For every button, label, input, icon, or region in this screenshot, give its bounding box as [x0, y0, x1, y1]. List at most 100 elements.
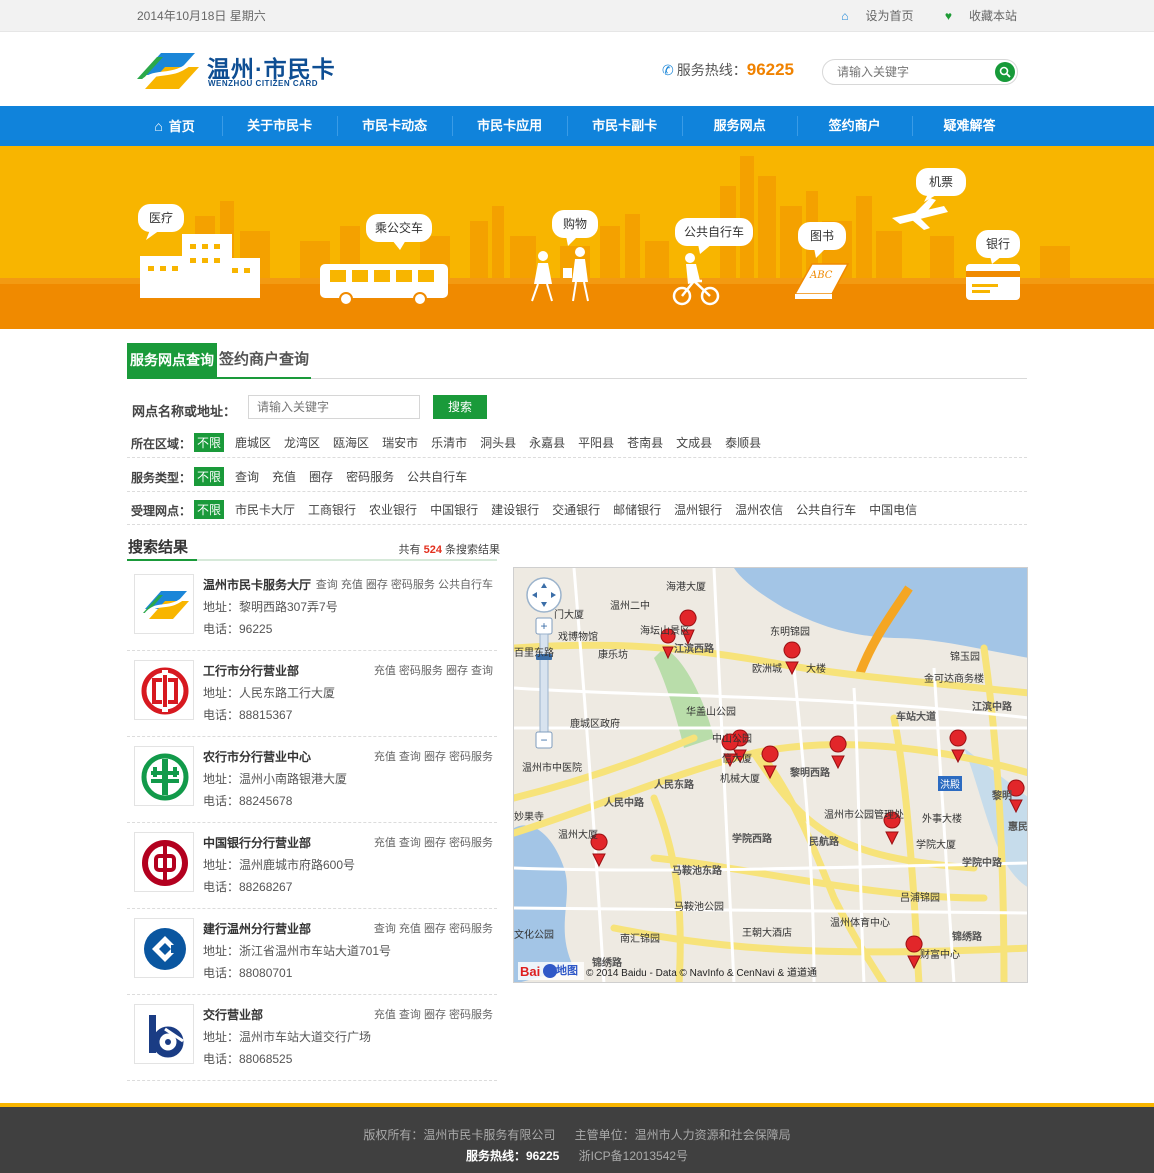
- map-place-label: 东明锦园: [770, 627, 810, 638]
- query-tabs: 服务网点查询 签约商户查询: [127, 343, 1027, 379]
- map-place-label: 惠民路: [1008, 822, 1028, 833]
- result-name: 建行温州分行营业部: [203, 922, 312, 936]
- map-place-label: 江滨中路: [972, 702, 1012, 713]
- map-place-label: 车站大道: [896, 712, 936, 723]
- outlet-type-option[interactable]: 市民卡大厅: [233, 500, 297, 519]
- nav-item-news[interactable]: 市民卡动态: [337, 106, 452, 146]
- footer-icp[interactable]: 浙ICP备12013542号: [579, 1149, 688, 1163]
- region-option[interactable]: 不限: [194, 433, 225, 452]
- map-place-label: 中山公园: [712, 734, 752, 745]
- results-count: 共有 524 条搜索结果: [398, 544, 500, 556]
- service-type-option[interactable]: 密码服务: [344, 467, 396, 486]
- outlet-search-button[interactable]: 搜索: [433, 395, 487, 419]
- map-place-label: 财富中心: [920, 950, 960, 961]
- svg-text:购物: 购物: [563, 216, 587, 231]
- map-place-label: 妙果寺: [514, 812, 544, 823]
- region-option[interactable]: 文成县: [674, 433, 714, 452]
- outlet-search-input[interactable]: [248, 395, 420, 419]
- svg-text:公共自行车: 公共自行车: [684, 224, 744, 239]
- bookmark-link[interactable]: ♥ 收藏本站: [931, 9, 1017, 23]
- service-hotline: ✆ 服务热线：96225: [662, 60, 795, 79]
- outlet-type-option[interactable]: 建设银行: [489, 500, 541, 519]
- region-filter: 所在区域： 不限 鹿城区 龙湾区 瓯海区 瑞安市 乐清市 洞头县 永嘉县 平阳县 苍南县 文成县 泰顺…: [127, 425, 1027, 458]
- set-home-link[interactable]: ⌂ 设为首页: [827, 9, 913, 23]
- map-place-label: 王朝大酒店: [742, 928, 792, 939]
- result-services: 查询 充值 圈存 密码服务: [373, 923, 493, 935]
- result-phone: 电话：88080701: [203, 966, 293, 980]
- nav-item-merchants[interactable]: 签约商户: [797, 106, 912, 146]
- nav-item-faq[interactable]: 疑难解答: [912, 106, 1027, 146]
- result-item[interactable]: 温州市民卡服务大厅 查询 充值 圈存 密码服务 公共自行车 地址：黎明西路307…: [127, 565, 497, 651]
- tab-service-outlets[interactable]: 服务网点查询: [127, 343, 217, 379]
- map-place-label: 学院西路: [732, 834, 772, 845]
- region-option[interactable]: 洞头县: [478, 433, 518, 452]
- map-place-label: 民航路: [809, 837, 839, 848]
- outlet-type-option[interactable]: 温州农信: [733, 500, 785, 519]
- map-place-label: 外事大楼: [922, 814, 962, 825]
- map-place-label: 黎明: [992, 791, 1012, 802]
- map-place-label: 锦绣路: [952, 932, 982, 943]
- svg-text:图书: 图书: [810, 229, 834, 243]
- result-address: 地址：黎明西路307弄7号: [203, 600, 338, 614]
- result-services: 查询 充值 圈存 密码服务 公共自行车: [315, 579, 493, 591]
- map-place-label: 门大厦: [554, 610, 584, 621]
- bocom-logo-icon: [134, 1004, 194, 1064]
- map-place-label: 欧洲城: [752, 664, 782, 675]
- region-option[interactable]: 龙湾区: [282, 433, 322, 452]
- result-item[interactable]: 农行市分行营业中心 充值 查询 圈存 密码服务 地址：温州小南路银港大厦 电话：…: [127, 737, 497, 823]
- header-search-input[interactable]: [837, 65, 987, 79]
- baidu-map-logo: 地图: [556, 965, 578, 977]
- nav-item-home[interactable]: ⌂ 首页: [127, 106, 222, 146]
- svg-text:ABC: ABC: [809, 270, 833, 281]
- nav-item-service-outlets[interactable]: 服务网点: [682, 106, 797, 146]
- outlet-type-option[interactable]: 不限: [194, 500, 225, 519]
- service-type-option[interactable]: 不限: [194, 467, 225, 486]
- region-option[interactable]: 泰顺县: [723, 433, 763, 452]
- header: 温州·市民卡 WENZHOU CITIZEN CARD ✆ 服务热线：96225: [0, 32, 1154, 106]
- region-option[interactable]: 鹿城区: [233, 433, 273, 452]
- region-option[interactable]: 乐清市: [429, 433, 469, 452]
- outlet-type-option[interactable]: 邮储银行: [611, 500, 663, 519]
- map-place-label: 学院中路: [962, 858, 1002, 869]
- region-option[interactable]: 瑞安市: [380, 433, 420, 452]
- service-type-option[interactable]: 圈存: [307, 467, 335, 486]
- header-search-button[interactable]: [995, 62, 1015, 82]
- outlet-type-option[interactable]: 交通银行: [550, 500, 602, 519]
- result-item[interactable]: 中国银行分行营业部 充值 查询 圈存 密码服务 地址：温州鹿城市府路600号 电…: [127, 823, 497, 909]
- result-item[interactable]: 工行市分行营业部 充值 密码服务 圈存 查询 地址：人民东路工行大厦 电话：88…: [127, 651, 497, 737]
- nav-item-about[interactable]: 关于市民卡: [222, 106, 337, 146]
- region-option[interactable]: 苍南县: [625, 433, 665, 452]
- map-place-label: 大楼: [806, 664, 826, 675]
- heart-icon: ♥: [944, 9, 952, 23]
- result-name: 中国银行分行营业部: [203, 836, 312, 850]
- outlet-type-option[interactable]: 中国电信: [867, 500, 919, 519]
- service-type-label: 服务类型：: [131, 471, 192, 485]
- map-place-label: 戏博物馆: [558, 632, 598, 643]
- boc-logo-icon: [134, 832, 194, 892]
- map-place-label: 锦玉园: [950, 652, 980, 663]
- outlet-type-option[interactable]: 农业银行: [367, 500, 419, 519]
- outlet-type-option[interactable]: 中国银行: [428, 500, 480, 519]
- service-type-option[interactable]: 查询: [233, 467, 261, 486]
- result-name: 温州市民卡服务大厅: [203, 578, 312, 592]
- outlet-type-option[interactable]: 公共自行车: [794, 500, 858, 519]
- result-item[interactable]: 交行营业部 充值 查询 圈存 密码服务 地址：温州市车站大道交行广场 电话：88…: [127, 995, 497, 1081]
- svg-text:银行: 银行: [986, 237, 1010, 251]
- result-item[interactable]: 建行温州分行营业部 查询 充值 圈存 密码服务 地址：浙江省温州市车站大道701…: [127, 909, 497, 995]
- map-place-label: 信大厦: [722, 754, 752, 765]
- nav-item-secondary-card[interactable]: 市民卡副卡: [567, 106, 682, 146]
- region-option[interactable]: 瓯海区: [331, 433, 371, 452]
- outlet-type-option[interactable]: 温州银行: [672, 500, 724, 519]
- map-place-label: 华盖山公园: [686, 707, 736, 718]
- outlet-map[interactable]: + − Bai 地图 © 2014 Baidu - Data © NavInfo…: [513, 567, 1028, 983]
- service-type-option[interactable]: 充值: [270, 467, 298, 486]
- outlet-type-option[interactable]: 工商银行: [306, 500, 358, 519]
- region-option[interactable]: 永嘉县: [527, 433, 567, 452]
- nav-item-applications[interactable]: 市民卡应用: [452, 106, 567, 146]
- region-option[interactable]: 平阳县: [576, 433, 616, 452]
- map-place-label: 黎明西路: [790, 768, 830, 779]
- service-type-option[interactable]: 公共自行车: [405, 467, 469, 486]
- site-logo[interactable]: 温州·市民卡 WENZHOU CITIZEN CARD: [135, 49, 345, 93]
- ccb-logo-icon: [134, 918, 194, 978]
- tab-merchants[interactable]: 签约商户查询: [217, 343, 312, 379]
